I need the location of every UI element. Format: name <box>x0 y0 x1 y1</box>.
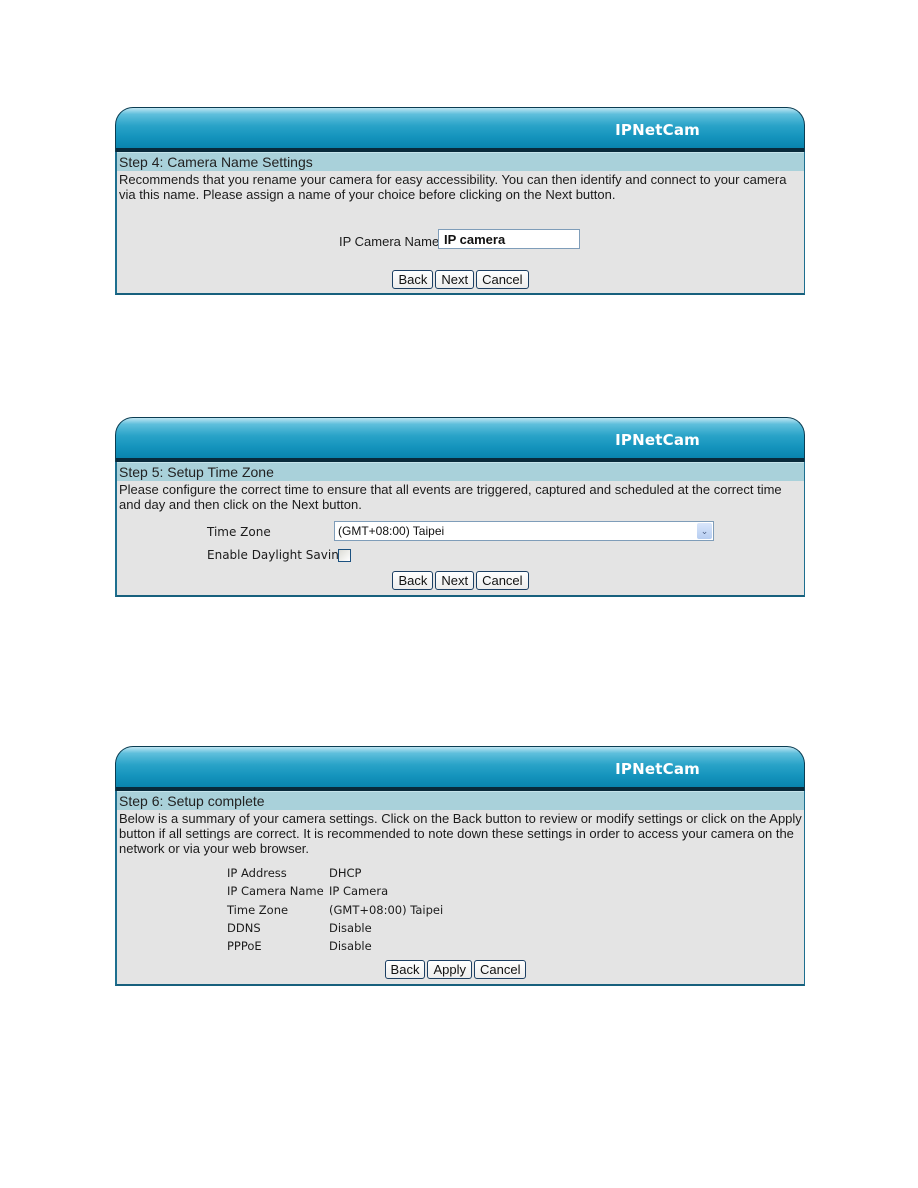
summary-value: Disable <box>329 939 372 953</box>
step-title: Step 6: Setup complete <box>117 791 804 810</box>
summary-label: Time Zone <box>227 903 289 917</box>
cancel-button[interactable]: Cancel <box>476 571 529 590</box>
step-title: Step 5: Setup Time Zone <box>117 462 804 481</box>
summary-value: IP Camera <box>329 884 389 898</box>
camera-name-label: IP Camera Name <box>339 234 440 249</box>
button-row: Back Next Cancel <box>117 270 804 289</box>
timezone-label: Time Zone <box>207 525 271 539</box>
step-description: Below is a summary of your camera settin… <box>119 811 802 856</box>
back-button[interactable]: Back <box>392 270 434 289</box>
chevron-down-icon[interactable]: ⌄ <box>697 523 712 539</box>
summary-label: IP Address <box>227 866 287 880</box>
panel-body: Step 6: Setup complete Below is a summar… <box>115 791 805 986</box>
brand-logo: IPNetCam <box>615 431 700 449</box>
timezone-selected-value: (GMT+08:00) Taipei <box>338 524 445 538</box>
panel-header: IPNetCam <box>115 107 805 152</box>
summary-value: (GMT+08:00) Taipei <box>329 903 444 917</box>
step5-panel: IPNetCam Step 5: Setup Time Zone Please … <box>115 417 805 597</box>
panel-body: Step 4: Camera Name Settings Recommends … <box>115 152 805 295</box>
daylight-saving-checkbox[interactable] <box>338 549 351 562</box>
panel-header: IPNetCam <box>115 746 805 791</box>
summary-label: IP Camera Name <box>227 884 324 898</box>
brand-logo: IPNetCam <box>615 760 700 778</box>
camera-name-input[interactable] <box>438 229 580 249</box>
back-button[interactable]: Back <box>392 571 434 590</box>
summary-label: PPPoE <box>227 939 262 953</box>
step4-panel: IPNetCam Step 4: Camera Name Settings Re… <box>115 107 805 295</box>
next-button[interactable]: Next <box>435 571 475 590</box>
next-button[interactable]: Next <box>435 270 475 289</box>
cancel-button[interactable]: Cancel <box>476 270 529 289</box>
button-row: Back Next Cancel <box>117 571 804 590</box>
step6-panel: IPNetCam Step 6: Setup complete Below is… <box>115 746 805 986</box>
summary-value: Disable <box>329 921 372 935</box>
brand-logo: IPNetCam <box>615 121 700 139</box>
timezone-select[interactable]: (GMT+08:00) Taipei ⌄ <box>334 521 714 541</box>
summary-value: DHCP <box>329 866 362 880</box>
cancel-button[interactable]: Cancel <box>473 960 527 979</box>
step-description: Recommends that you rename your camera f… <box>119 172 787 202</box>
back-button[interactable]: Back <box>384 960 426 979</box>
apply-button[interactable]: Apply <box>427 960 472 979</box>
panel-header: IPNetCam <box>115 417 805 462</box>
daylight-saving-label: Enable Daylight Saving <box>207 548 347 562</box>
step-description: Please configure the correct time to ens… <box>119 482 782 512</box>
panel-body: Step 5: Setup Time Zone Please configure… <box>115 462 805 597</box>
step-title: Step 4: Camera Name Settings <box>117 152 804 171</box>
button-row: Back Apply Cancel <box>107 960 804 979</box>
summary-label: DDNS <box>227 921 261 935</box>
